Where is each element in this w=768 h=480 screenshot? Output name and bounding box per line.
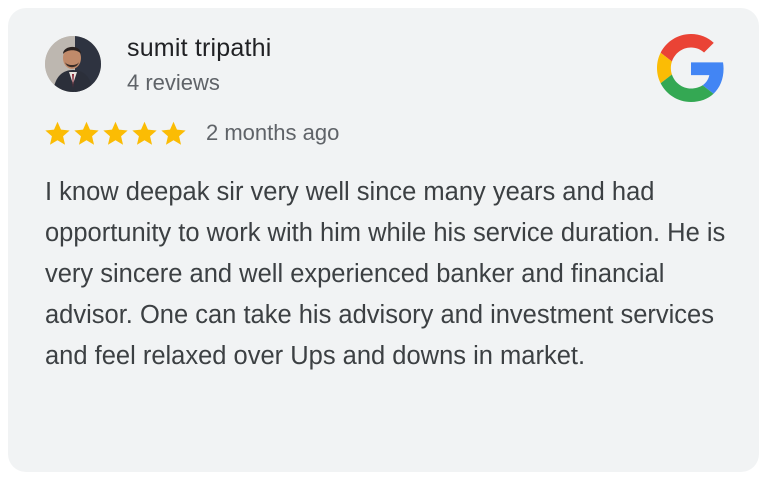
avatar[interactable] bbox=[45, 36, 101, 92]
review-time: 2 months ago bbox=[206, 120, 340, 145]
review-text: I know deepak sir very well since many y… bbox=[45, 178, 726, 370]
author-name[interactable]: sumit tripathi bbox=[127, 34, 272, 63]
star-icon bbox=[161, 121, 186, 145]
star-icon bbox=[132, 121, 157, 145]
review-card: sumit tripathi 4 reviews 2 months ago I … bbox=[8, 8, 759, 472]
rating-row: 2 months ago bbox=[44, 119, 339, 147]
author-review-count: 4 reviews bbox=[127, 70, 220, 95]
star-icon bbox=[45, 121, 70, 145]
google-logo-icon bbox=[657, 34, 724, 102]
star-icon bbox=[74, 121, 99, 145]
star-icon bbox=[103, 121, 128, 145]
